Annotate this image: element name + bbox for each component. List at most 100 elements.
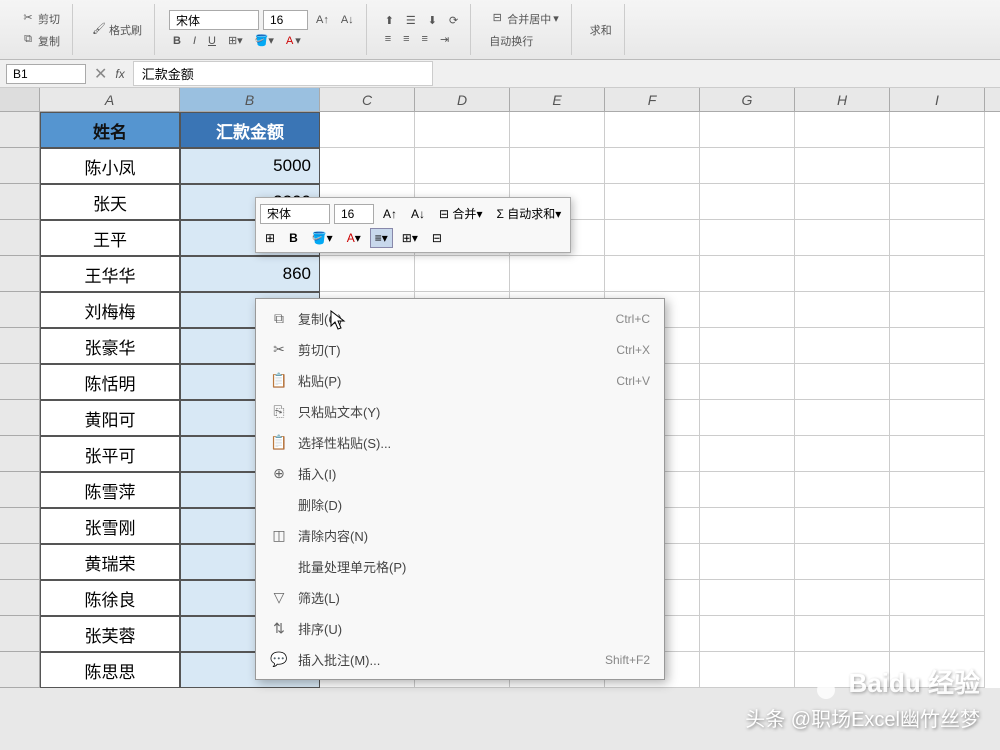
cell-name[interactable]: 陈徐良	[40, 580, 180, 616]
cell-amount[interactable]: 860	[180, 256, 320, 292]
mini-increase-font[interactable]: A↑	[378, 204, 402, 224]
format-painter-button[interactable]: 🖌格式刷	[87, 20, 146, 40]
col-header-h[interactable]: H	[795, 88, 890, 111]
col-header-d[interactable]: D	[415, 88, 510, 111]
sum-button[interactable]: 求和	[586, 20, 616, 40]
cell-name[interactable]: 张芙蓉	[40, 616, 180, 652]
row-header[interactable]	[0, 400, 40, 436]
mini-format-cells-button[interactable]: ⊟	[427, 228, 447, 248]
row-header[interactable]	[0, 652, 40, 688]
row-header[interactable]	[0, 364, 40, 400]
col-header-i[interactable]: I	[890, 88, 985, 111]
row-header[interactable]	[0, 328, 40, 364]
name-box[interactable]	[6, 64, 86, 84]
menu-paste[interactable]: 📋 粘贴(P) Ctrl+V	[256, 365, 664, 396]
mini-decrease-font[interactable]: A↓	[406, 204, 430, 224]
cell-name[interactable]: 陈思思	[40, 652, 180, 688]
delete-icon	[270, 496, 288, 514]
row-header[interactable]	[0, 544, 40, 580]
row-header[interactable]	[0, 616, 40, 652]
formula-input[interactable]: 汇款金额	[133, 61, 433, 86]
menu-batch[interactable]: 批量处理单元格(P)	[256, 551, 664, 582]
font-color-button[interactable]: A▾	[282, 32, 305, 49]
mini-format-button[interactable]: ⊞	[260, 228, 280, 248]
menu-filter[interactable]: ▽ 筛选(L)	[256, 582, 664, 613]
menu-comment[interactable]: 💬 插入批注(M)... Shift+F2	[256, 644, 664, 675]
header-amount[interactable]: 汇款金额	[180, 112, 320, 148]
row-header[interactable]	[0, 508, 40, 544]
font-name-select[interactable]	[169, 10, 259, 30]
menu-sort[interactable]: ⇅ 排序(U)	[256, 613, 664, 644]
font-size-select[interactable]	[263, 10, 308, 30]
align-middle-button[interactable]: ☰	[402, 12, 420, 29]
menu-paste-special[interactable]: 📋 选择性粘贴(S)...	[256, 427, 664, 458]
underline-button[interactable]: U	[204, 33, 220, 49]
cell-name[interactable]: 张豪华	[40, 328, 180, 364]
mini-size-select[interactable]	[334, 204, 374, 224]
fx-icon[interactable]: fx	[115, 67, 124, 81]
row-header[interactable]	[0, 184, 40, 220]
row-header[interactable]	[0, 436, 40, 472]
merge-center-button[interactable]: ⊟合并居中▾	[485, 9, 563, 29]
mini-align-button[interactable]: ≡▾	[370, 228, 393, 248]
col-header-g[interactable]: G	[700, 88, 795, 111]
col-header-e[interactable]: E	[510, 88, 605, 111]
row-header[interactable]	[0, 292, 40, 328]
cell-name[interactable]: 张雪刚	[40, 508, 180, 544]
orientation-button[interactable]: ⟳	[445, 12, 462, 29]
row-header[interactable]	[0, 472, 40, 508]
row-header[interactable]	[0, 112, 40, 148]
wrap-text-button[interactable]: 自动换行	[485, 31, 563, 51]
cell-amount[interactable]: 5000	[180, 148, 320, 184]
col-header-c[interactable]: C	[320, 88, 415, 111]
align-bottom-button[interactable]: ⬇	[424, 12, 441, 29]
header-name[interactable]: 姓名	[40, 112, 180, 148]
fill-color-button[interactable]: 🪣▾	[251, 32, 278, 49]
cell-name[interactable]: 陈恬明	[40, 364, 180, 400]
mini-fill-button[interactable]: 🪣▾	[307, 228, 338, 248]
cell-name[interactable]: 张平可	[40, 436, 180, 472]
mini-border-button[interactable]: ⊞▾	[397, 228, 423, 248]
row-header[interactable]	[0, 256, 40, 292]
row-header[interactable]	[0, 148, 40, 184]
menu-insert[interactable]: ⊕ 插入(I)	[256, 458, 664, 489]
cell-name[interactable]: 陈雪萍	[40, 472, 180, 508]
col-header-a[interactable]: A	[40, 88, 180, 111]
bold-button[interactable]: B	[169, 33, 185, 49]
cell-name[interactable]: 张天	[40, 184, 180, 220]
mini-autosum-button[interactable]: Σ 自动求和▾	[491, 202, 566, 225]
mini-fontcolor-button[interactable]: A▾	[342, 228, 366, 248]
align-center-button[interactable]: ≡	[399, 31, 413, 47]
menu-clear[interactable]: ◫ 清除内容(N)	[256, 520, 664, 551]
copy-button[interactable]: ⧉复制	[16, 31, 64, 51]
border-button[interactable]: ⊞▾	[224, 32, 247, 49]
cancel-icon[interactable]: ✕	[94, 64, 107, 84]
clipboard-icon: 📋	[270, 372, 288, 390]
cell-name[interactable]: 王华华	[40, 256, 180, 292]
align-left-button[interactable]: ≡	[381, 31, 395, 47]
menu-copy[interactable]: ⧉ 复制(C) Ctrl+C	[256, 303, 664, 334]
col-header-b[interactable]: B	[180, 88, 320, 111]
align-top-button[interactable]: ⬆	[381, 12, 398, 29]
indent-button[interactable]: ⇥	[436, 31, 453, 48]
menu-cut[interactable]: ✂ 剪切(T) Ctrl+X	[256, 334, 664, 365]
col-header-f[interactable]: F	[605, 88, 700, 111]
select-all-corner[interactable]	[0, 88, 40, 111]
row-header[interactable]	[0, 220, 40, 256]
cut-button[interactable]: ✂剪切	[16, 9, 64, 29]
mini-font-select[interactable]	[260, 204, 330, 224]
menu-delete[interactable]: 删除(D)	[256, 489, 664, 520]
increase-font-button[interactable]: A↑	[312, 12, 333, 28]
mini-merge-button[interactable]: ⊟ 合并▾	[434, 202, 487, 225]
cell-name[interactable]: 黄阳可	[40, 400, 180, 436]
cell-name[interactable]: 刘梅梅	[40, 292, 180, 328]
italic-button[interactable]: I	[189, 33, 200, 49]
cell-name[interactable]: 陈小凤	[40, 148, 180, 184]
menu-paste-text[interactable]: ⎘ 只粘贴文本(Y)	[256, 396, 664, 427]
mini-bold-button[interactable]: B	[284, 228, 303, 248]
align-right-button[interactable]: ≡	[418, 31, 432, 47]
cell-name[interactable]: 王平	[40, 220, 180, 256]
cell-name[interactable]: 黄瑞荣	[40, 544, 180, 580]
row-header[interactable]	[0, 580, 40, 616]
decrease-font-button[interactable]: A↓	[337, 12, 358, 28]
